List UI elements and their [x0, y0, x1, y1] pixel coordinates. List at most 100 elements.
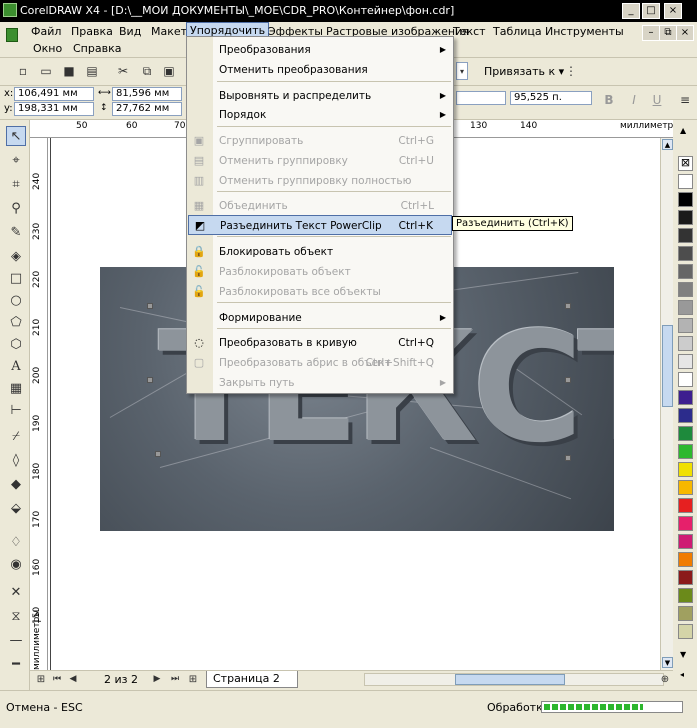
- open-folder-icon[interactable]: ▭: [37, 62, 55, 80]
- menu-item-2[interactable]: Выровнять и распределить ▶: [188, 86, 452, 106]
- color-swatch[interactable]: [678, 246, 693, 261]
- menu-item-6[interactable]: ▥ Отменить группировку полностью: [188, 171, 452, 191]
- color-swatch[interactable]: [678, 282, 693, 297]
- width-field[interactable]: 81,596 мм: [112, 87, 182, 101]
- next-page-icon[interactable]: ▶: [150, 671, 164, 687]
- color-swatch[interactable]: [678, 228, 693, 243]
- dimension-tool-icon[interactable]: ⊢: [6, 400, 26, 420]
- palette-down-icon[interactable]: ▼: [680, 650, 686, 659]
- color-swatch[interactable]: [678, 408, 693, 423]
- color-swatch[interactable]: [678, 444, 693, 459]
- vertical-ruler[interactable]: 240 230 220 210 200 190 180 170 160 150 …: [30, 138, 48, 670]
- thick-line-icon[interactable]: ━: [6, 654, 26, 674]
- zoom-tool-icon[interactable]: ⚲: [6, 198, 26, 218]
- menu-edit[interactable]: Правка: [68, 24, 116, 40]
- print-icon[interactable]: ▤: [83, 62, 101, 80]
- prev-page-icon[interactable]: ◀: [66, 671, 80, 687]
- menu-item-7[interactable]: ▦ Объединить Ctrl+L: [188, 196, 452, 216]
- tab-page-2[interactable]: Страница 2: [206, 671, 298, 688]
- palette-expand-icon[interactable]: ◂: [680, 670, 684, 679]
- copy-icon[interactable]: ⧉: [138, 62, 156, 80]
- menu-item-10[interactable]: 🔓 Разблокировать объект: [188, 262, 452, 282]
- y-position-field[interactable]: 198,331 мм: [14, 102, 94, 116]
- line-icon[interactable]: —: [6, 630, 26, 650]
- snap-options-icon[interactable]: ⋮: [562, 62, 580, 80]
- color-swatch[interactable]: [678, 318, 693, 333]
- align-icon[interactable]: ≡: [676, 91, 694, 109]
- doc-close-button[interactable]: ×: [676, 25, 694, 41]
- color-swatch[interactable]: [678, 210, 693, 225]
- menu-text[interactable]: Текст: [450, 24, 489, 40]
- menu-item-5[interactable]: ▤ Отменить группировку Ctrl+U: [188, 151, 452, 171]
- last-page-icon[interactable]: ⏭: [168, 671, 182, 687]
- add-page-icon[interactable]: ⊞: [34, 671, 48, 687]
- color-swatch[interactable]: [678, 588, 693, 603]
- color-swatch[interactable]: [678, 354, 693, 369]
- color-swatch[interactable]: [678, 336, 693, 351]
- menu-file[interactable]: Файл: [28, 24, 64, 40]
- menu-item-13[interactable]: ◌ Преобразовать в кривую Ctrl+Q: [188, 333, 452, 353]
- new-document-icon[interactable]: ▫: [14, 62, 32, 80]
- menu-item-8[interactable]: ◩ Разъединить Текст PowerClip Ctrl+K: [188, 215, 452, 235]
- color-swatch[interactable]: [678, 174, 693, 189]
- rectangle-tool-icon[interactable]: □: [6, 268, 26, 288]
- menu-layout[interactable]: Макет: [148, 24, 190, 40]
- selection-handle[interactable]: [155, 451, 161, 457]
- color-swatch[interactable]: [678, 264, 693, 279]
- font-size-field[interactable]: 95,525 п.: [510, 91, 592, 105]
- add-page-end-icon[interactable]: ⊞: [186, 671, 200, 687]
- text-tool-icon[interactable]: A: [6, 356, 26, 376]
- doc-restore-button[interactable]: ⧉: [659, 25, 677, 41]
- selection-handle[interactable]: [565, 455, 571, 461]
- selection-handle[interactable]: [565, 377, 571, 383]
- menu-item-11[interactable]: 🔓 Разблокировать все объекты: [188, 282, 452, 302]
- color-swatch[interactable]: [678, 516, 693, 531]
- snap-to-button[interactable]: Привязать к ▾: [484, 65, 564, 78]
- minimize-button[interactable]: _: [622, 3, 640, 19]
- color-wheel-icon[interactable]: ◉: [6, 554, 26, 574]
- menu-table[interactable]: Таблица: [490, 24, 545, 40]
- color-swatch[interactable]: [678, 498, 693, 513]
- first-page-icon[interactable]: ⏮: [50, 671, 64, 687]
- shape-tool-icon[interactable]: ⌖: [6, 150, 26, 170]
- menu-help[interactable]: Справка: [70, 41, 124, 57]
- cut-icon[interactable]: ✂: [114, 62, 132, 80]
- color-swatch[interactable]: [678, 462, 693, 477]
- selection-handle[interactable]: [147, 377, 153, 383]
- horizontal-scrollbar[interactable]: [364, 673, 664, 686]
- menu-item-0[interactable]: Преобразования ▶: [188, 40, 452, 60]
- table-tool-icon[interactable]: ▦: [6, 378, 26, 398]
- polygon-tool-icon[interactable]: ⬠: [6, 312, 26, 332]
- menu-item-14[interactable]: ▢ Преобразовать абрис в объект Ctrl+Shift+…: [188, 353, 452, 373]
- x-icon[interactable]: ✕: [6, 582, 26, 602]
- selection-handle[interactable]: [147, 303, 153, 309]
- italic-icon[interactable]: I: [625, 91, 643, 109]
- underline-icon[interactable]: U: [648, 91, 666, 109]
- pen-icon[interactable]: ♢: [6, 532, 26, 552]
- scroll-down-icon[interactable]: ▼: [662, 657, 673, 668]
- color-swatch[interactable]: [678, 534, 693, 549]
- color-swatch[interactable]: [678, 300, 693, 315]
- save-icon[interactable]: ■: [60, 62, 78, 80]
- paste-icon[interactable]: ▣: [160, 62, 178, 80]
- bold-icon[interactable]: B: [600, 91, 618, 109]
- maximize-button[interactable]: □: [642, 3, 660, 19]
- color-swatch[interactable]: [678, 372, 693, 387]
- menu-window[interactable]: Окно: [30, 41, 65, 57]
- basic-shapes-icon[interactable]: ⬡: [6, 334, 26, 354]
- color-swatch[interactable]: [678, 390, 693, 405]
- no-color-swatch[interactable]: ⊠: [678, 156, 693, 171]
- vertical-scrollbar[interactable]: ▲ ▼: [660, 138, 673, 670]
- menu-tools[interactable]: Инструменты: [542, 24, 627, 40]
- menu-item-12[interactable]: Формирование ▶: [188, 308, 452, 328]
- menu-item-4[interactable]: ▣ Сгруппировать Ctrl+G: [188, 131, 452, 151]
- menu-item-3[interactable]: Порядок ▶: [188, 105, 452, 125]
- doc-minimize-button[interactable]: –: [642, 25, 660, 41]
- menu-item-1[interactable]: Отменить преобразования: [188, 60, 452, 80]
- fill-tool-icon[interactable]: ◆: [6, 474, 26, 494]
- color-swatch[interactable]: [678, 570, 693, 585]
- color-swatch[interactable]: [678, 192, 693, 207]
- ellipse-tool-icon[interactable]: ○: [6, 290, 26, 310]
- scroll-up-icon[interactable]: ▲: [662, 139, 673, 150]
- selection-handle[interactable]: [565, 303, 571, 309]
